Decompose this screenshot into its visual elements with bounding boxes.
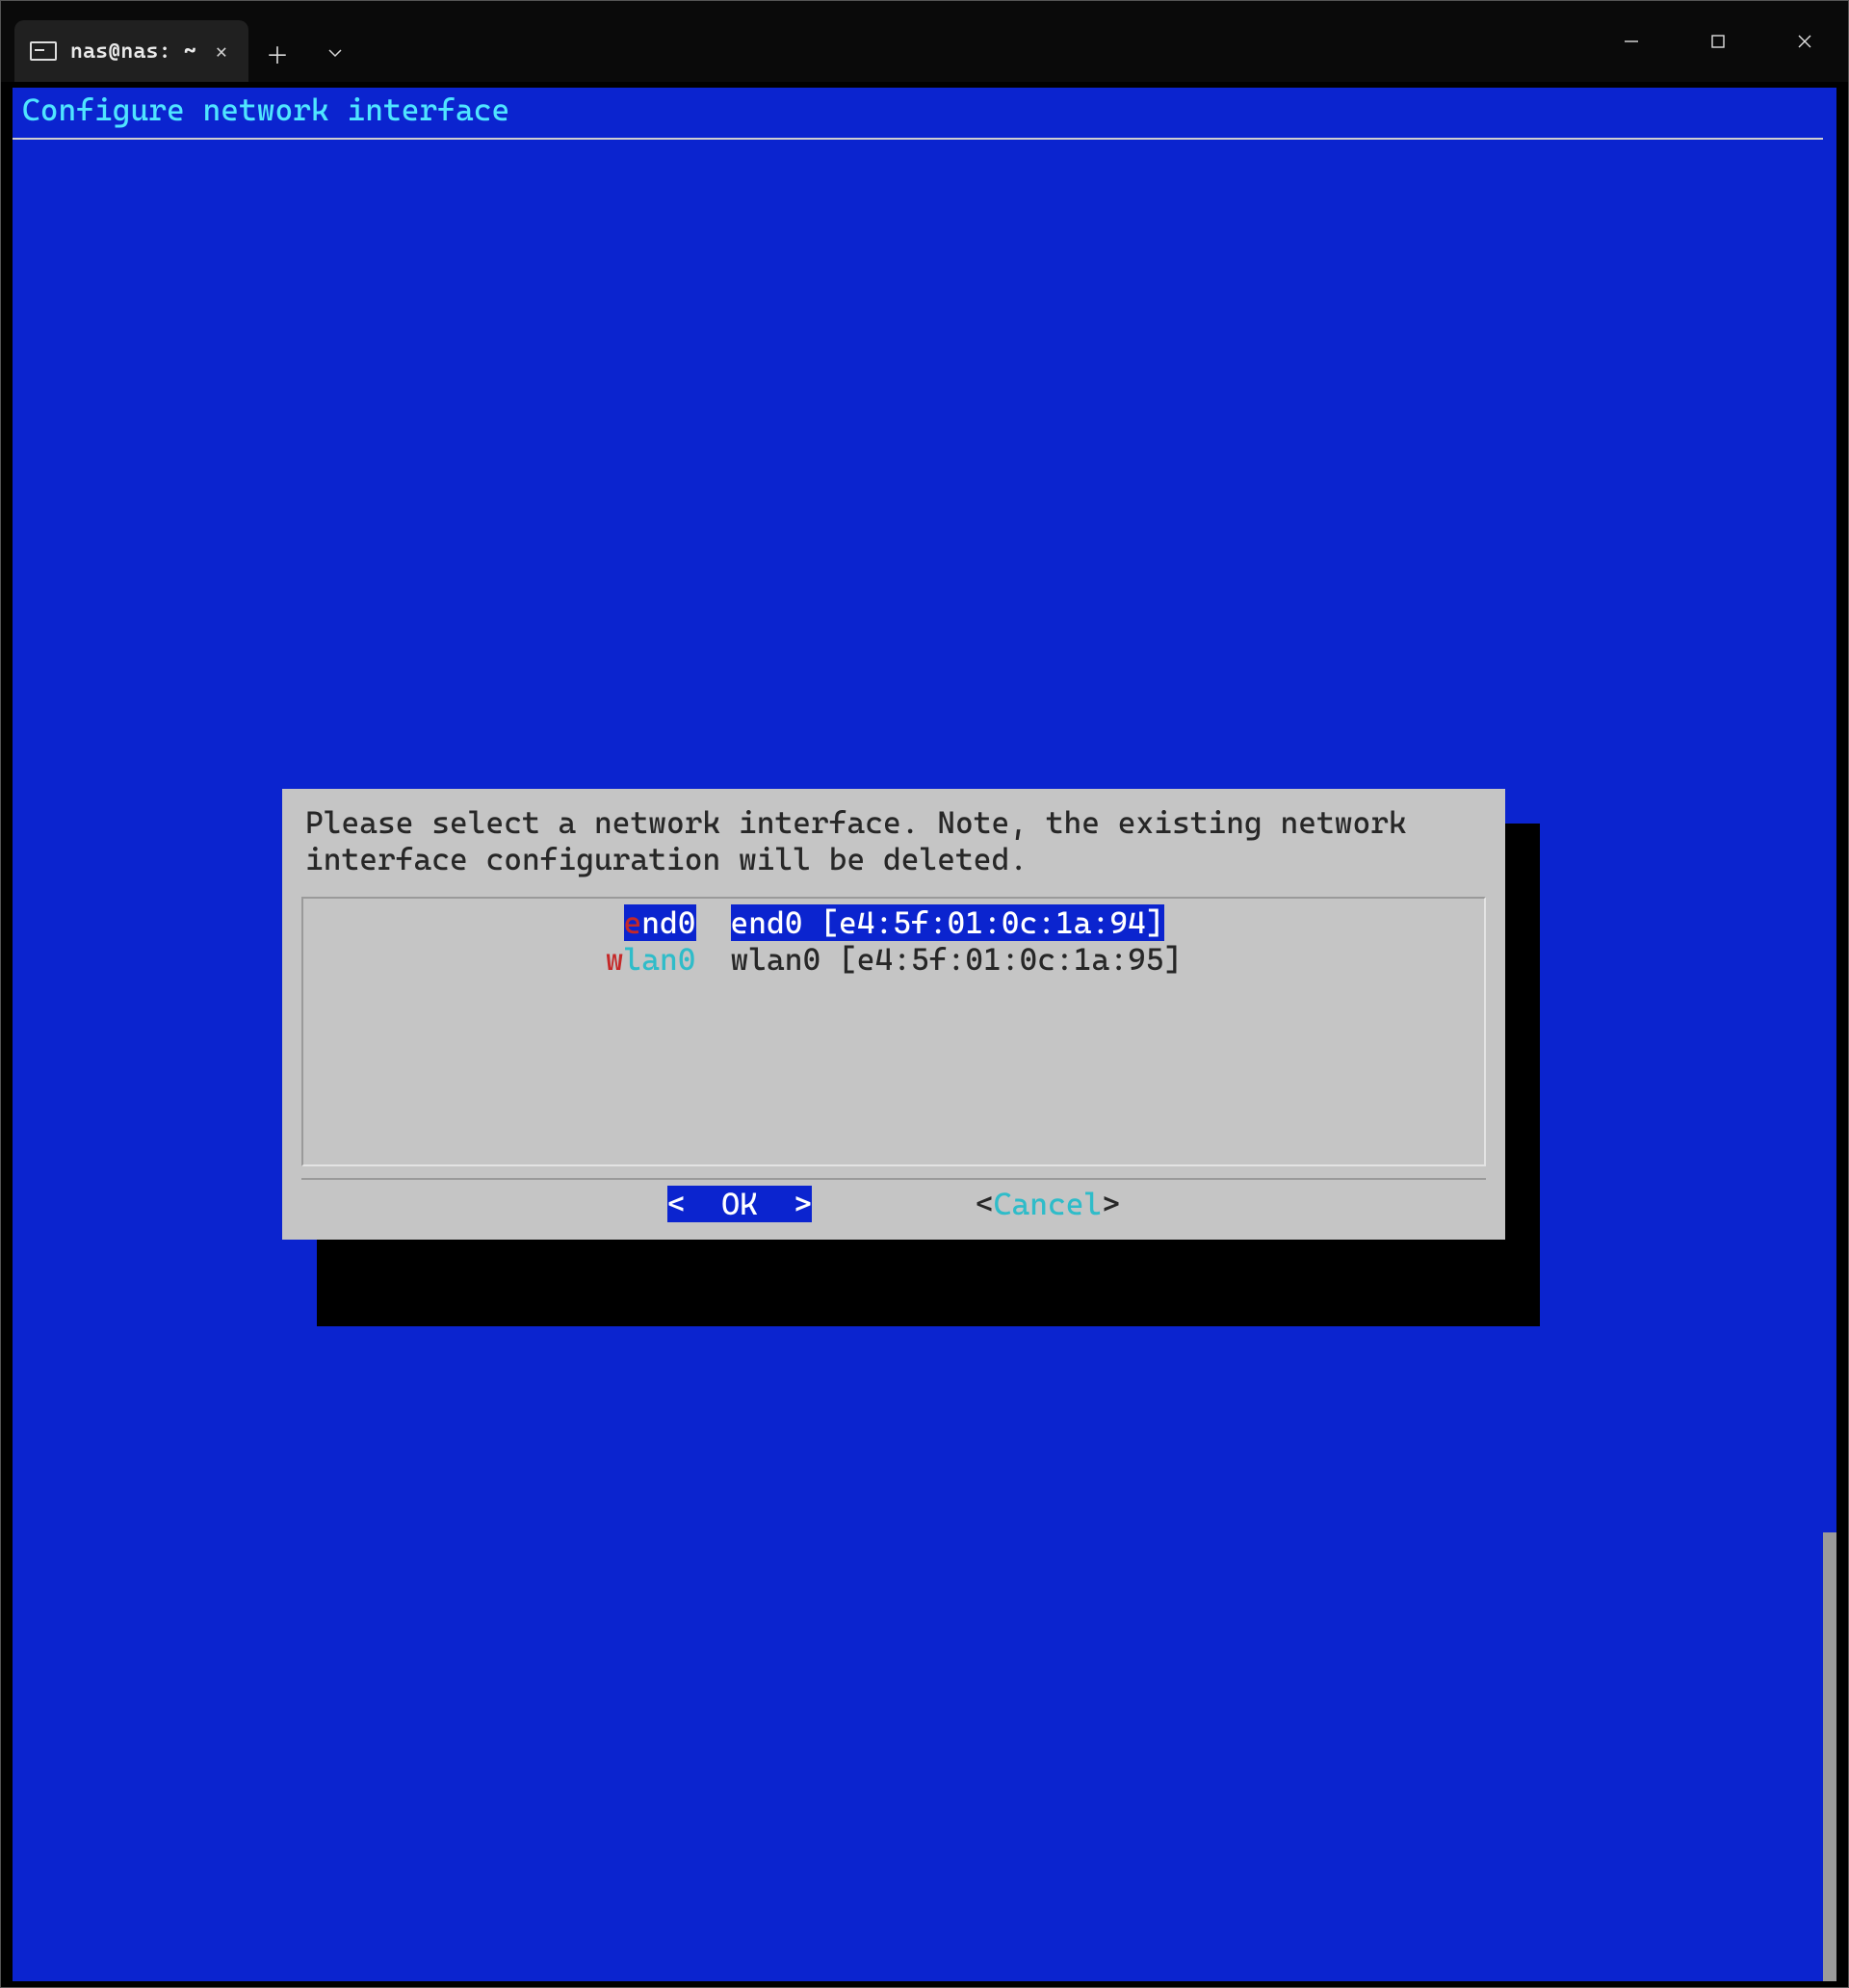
cancel-button[interactable]: <Cancel> [976,1186,1120,1222]
terminal-icon [30,41,57,61]
titlebar: nas@nas: ~ ✕ ＋ [1,1,1848,82]
dialog-wrapper: Please select a network interface. Note,… [282,789,1505,1240]
tui-header-rule [13,138,1823,140]
minimize-icon [1623,33,1640,50]
tabs-area: nas@nas: ~ ✕ ＋ [1,1,364,82]
list-item-tag: end0 [624,904,696,941]
tab-actions: ＋ [248,13,364,82]
scrollbar[interactable] [1823,1532,1836,1981]
chevron-down-icon [326,44,344,62]
ok-button[interactable]: < OK > [667,1186,812,1222]
list-item-desc: end0 [e4:5f:01:0c:1a:94] [731,904,1164,941]
close-icon [1796,33,1813,50]
dialog: Please select a network interface. Note,… [282,789,1505,1240]
new-tab-button[interactable]: ＋ [248,24,306,82]
list-item-desc: wlan0 [e4:5f:01:0c:1a:95] [731,941,1183,978]
maximize-icon [1709,33,1727,50]
tab-title: nas@nas: ~ [70,39,196,64]
maximize-button[interactable] [1675,1,1761,82]
interface-listbox[interactable]: end0 end0 [e4:5f:01:0c:1a:94] wlan0 wlan… [301,897,1486,1166]
close-window-button[interactable] [1761,1,1848,82]
tui-screen: Configure network interface Please selec… [13,88,1836,1981]
list-item[interactable]: wlan0 wlan0 [e4:5f:01:0c:1a:95] [606,941,1183,978]
tui-header: Configure network interface [13,88,1823,128]
tab-dropdown-button[interactable] [306,24,364,82]
terminal[interactable]: Configure network interface Please selec… [1,82,1848,1987]
list-item-tag: wlan0 [606,941,696,978]
dialog-message: Please select a network interface. Note,… [301,804,1486,877]
window-controls [1588,1,1848,82]
button-row-separator [301,1178,1486,1180]
list-item[interactable]: end0 end0 [e4:5f:01:0c:1a:94] [624,904,1164,941]
tab-active[interactable]: nas@nas: ~ ✕ [14,20,248,82]
app-window: nas@nas: ~ ✕ ＋ Configure netw [0,0,1849,1988]
minimize-button[interactable] [1588,1,1675,82]
close-tab-button[interactable]: ✕ [210,38,233,65]
button-row: < OK > <Cancel> [301,1186,1486,1228]
